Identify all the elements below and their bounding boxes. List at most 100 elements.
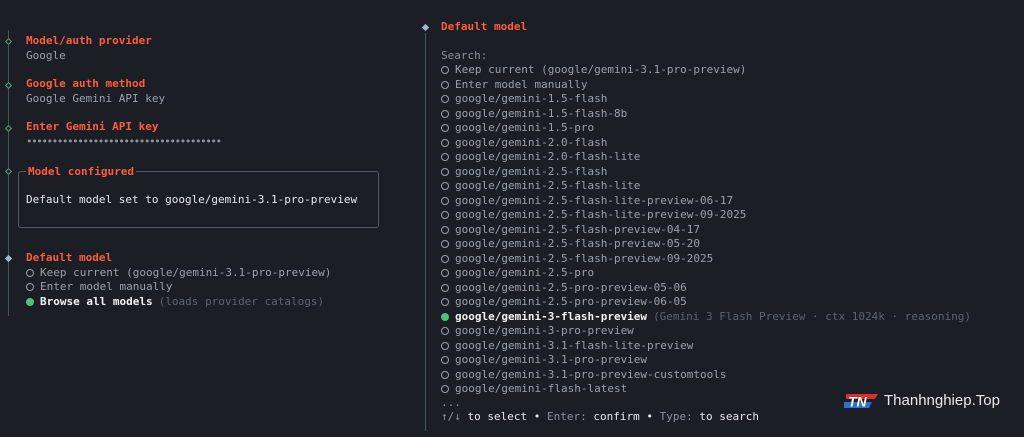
radio-selected-icon [26, 297, 34, 306]
option-label: google/gemini-3-pro-preview [455, 324, 634, 337]
key-hints: ↑/↓ to select • Enter: confirm • Type: t… [441, 410, 759, 425]
radio-empty-icon [441, 109, 449, 118]
step-title: Default model [26, 251, 113, 264]
option-hint: (loads provider catalogs) [158, 294, 325, 308]
radio-empty-icon [441, 167, 449, 176]
model-option[interactable]: google/gemini-2.5-flash-preview-04-17 [441, 223, 971, 238]
radio-empty-icon [26, 283, 34, 292]
option-label: google/gemini-1.5-flash [455, 92, 608, 105]
option-label: google/gemini-2.5-flash-lite-preview-06-… [455, 193, 734, 207]
model-option-list: Keep current (google/gemini-3.1-pro-prev… [441, 63, 971, 397]
option-hint: (Gemini 3 Flash Preview · ctx 1024k · re… [653, 309, 971, 323]
wizard-history-pane: Model/auth provider Google Google auth m… [0, 0, 400, 437]
model-option[interactable]: Enter model manually [441, 78, 971, 93]
active-step-node-icon [4, 254, 13, 263]
option-label: google/gemini-2.5-flash-preview-04-17 [455, 222, 701, 236]
step-node-icon [4, 81, 13, 90]
radio-empty-icon [441, 211, 449, 220]
model-option[interactable]: google/gemini-2.5-flash-lite-preview-09-… [441, 208, 971, 223]
masked-api-key: •••••••••••••••••••••••••••••••••••••• [26, 134, 222, 148]
option-label: google/gemini-1.5-flash-8b [455, 106, 628, 120]
type-key-hint: Type: [659, 410, 693, 423]
model-option[interactable]: google/gemini-3.1-pro-preview-customtool… [441, 368, 971, 383]
step-value: Google [26, 48, 66, 62]
radio-empty-icon [441, 240, 449, 249]
watermark: TN Thanhnghiep.Top [842, 392, 1000, 410]
radio-empty-icon [441, 269, 449, 278]
option-label: google/gemini-3.1-flash-lite-preview [455, 338, 694, 352]
option-label: google/gemini-2.5-flash-preview-05-20 [455, 237, 701, 250]
model-option[interactable]: google/gemini-1.5-pro [441, 121, 971, 136]
model-option[interactable]: google/gemini-2.0-flash [441, 136, 971, 151]
option-label: Keep current (google/gemini-3.1-pro-prev… [40, 265, 332, 279]
model-option[interactable]: google/gemini-1.5-flash-8b [441, 107, 971, 122]
step-node-icon [4, 37, 13, 46]
left-option-list: Keep current (google/gemini-3.1-pro-prev… [26, 266, 331, 310]
radio-empty-icon [441, 124, 449, 133]
option-label: Enter model manually [455, 77, 588, 91]
model-option[interactable]: google/gemini-2.5-pro [441, 266, 971, 281]
radio-empty-icon [441, 95, 449, 104]
radio-empty-icon [441, 283, 449, 292]
model-option[interactable]: google/gemini-3.1-pro-preview [441, 353, 971, 368]
step-api-key: Enter Gemini API key •••••••••••••••••••… [26, 120, 222, 149]
option-label: Browse all models [40, 294, 153, 308]
radio-empty-icon [441, 153, 449, 162]
radio-empty-icon [441, 341, 449, 350]
watermark-text: Thanhnghiep.Top [884, 391, 1000, 409]
right-rail-line [425, 33, 426, 431]
select-hint: to select [467, 410, 528, 423]
model-option[interactable]: Keep current (google/gemini-3.1-pro-prev… [26, 266, 331, 281]
confirm-hint: confirm [593, 410, 640, 423]
radio-empty-icon [441, 385, 449, 394]
separator: • [646, 410, 653, 423]
step-title: Enter Gemini API key [26, 120, 159, 133]
active-step-node-icon [421, 23, 430, 32]
radio-empty-icon [441, 182, 449, 191]
option-label: google/gemini-3-flash-preview [455, 309, 648, 323]
search-hint: to search [699, 410, 759, 423]
model-option[interactable]: google/gemini-2.5-flash-lite-preview-06-… [441, 194, 971, 209]
option-label: google/gemini-2.5-pro-preview-06-05 [455, 295, 687, 308]
model-option[interactable]: google/gemini-2.5-flash-preview-05-20 [441, 237, 971, 252]
model-option[interactable]: Browse all models (loads provider catalog… [26, 295, 331, 310]
option-label: google/gemini-flash-latest [455, 382, 628, 395]
option-label: Keep current (google/gemini-3.1-pro-prev… [455, 63, 747, 76]
radio-empty-icon [441, 80, 449, 89]
model-option[interactable]: google/gemini-3.1-flash-lite-preview [441, 339, 971, 354]
separator: • [533, 410, 541, 423]
model-option[interactable]: google/gemini-2.5-pro-preview-06-05 [441, 295, 971, 310]
enter-key-hint: Enter: [546, 410, 587, 423]
box-body: Default model set to google/gemini-3.1-p… [26, 193, 358, 206]
option-label: google/gemini-2.5-flash-lite-preview-09-… [455, 208, 747, 221]
model-option[interactable]: Keep current (google/gemini-3.1-pro-prev… [441, 63, 971, 78]
option-label: google/gemini-2.0-flash [455, 135, 608, 149]
model-option[interactable]: google/gemini-1.5-flash [441, 92, 971, 107]
option-label: google/gemini-3.1-pro-preview-customtool… [455, 367, 727, 381]
arrow-keys-hint: ↑/↓ [441, 410, 461, 423]
box-title: Model configured [26, 165, 136, 180]
model-option[interactable]: google/gemini-2.5-flash [441, 165, 971, 180]
model-option[interactable]: google/gemini-2.0-flash-lite [441, 150, 971, 165]
model-option[interactable]: google/gemini-3-pro-preview [441, 324, 971, 339]
option-label: google/gemini-2.5-pro-preview-05-06 [455, 280, 687, 294]
option-label: google/gemini-1.5-pro [455, 121, 595, 134]
step-default-model: Default model Keep current (google/gemin… [26, 251, 331, 309]
model-option[interactable]: google/gemini-3-flash-preview (Gemini 3 F… [441, 310, 971, 325]
option-label: google/gemini-2.5-flash-lite [455, 179, 641, 192]
logo-text: TN [848, 394, 868, 410]
search-label[interactable]: Search: [441, 49, 487, 64]
picker-title: Default model [441, 20, 528, 33]
model-option[interactable]: google/gemini-2.5-pro-preview-05-06 [441, 281, 971, 296]
radio-empty-icon [26, 268, 34, 277]
step-node-icon [4, 124, 13, 133]
model-option[interactable]: google/gemini-2.5-flash-lite [441, 179, 971, 194]
option-label: google/gemini-2.5-pro [455, 266, 595, 279]
model-option[interactable]: Enter model manually [26, 280, 331, 295]
step-value: Google Gemini API key [26, 91, 166, 105]
model-configured-box: Model configured Default model set to go… [18, 165, 379, 228]
radio-empty-icon [441, 225, 449, 234]
option-label: Enter model manually [40, 280, 173, 293]
option-label: google/gemini-2.5-flash-preview-09-2025 [455, 251, 714, 265]
model-option[interactable]: google/gemini-2.5-flash-preview-09-2025 [441, 252, 971, 267]
